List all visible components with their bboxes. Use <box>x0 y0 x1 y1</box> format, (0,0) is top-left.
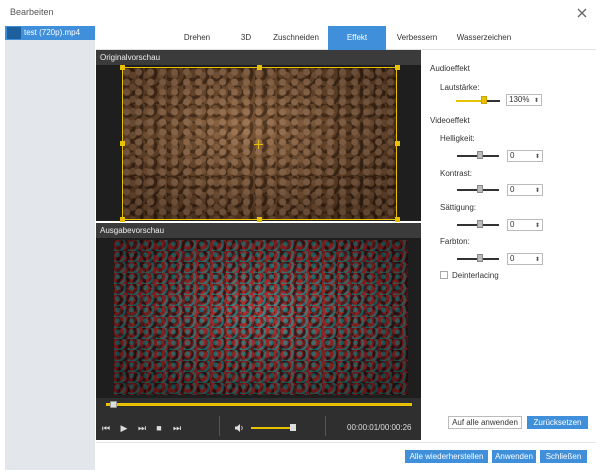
window-title: Bearbeiten <box>10 7 54 17</box>
video-section-title: Videoeffekt <box>430 116 470 125</box>
apply-to-all-button[interactable]: Auf alle anwenden <box>448 416 522 429</box>
file-name: test (720p).mp4 <box>24 28 81 37</box>
crop-handle-top-right[interactable] <box>395 65 400 70</box>
crop-handle-left[interactable] <box>120 141 125 146</box>
close-button[interactable]: Schließen <box>540 450 587 463</box>
original-preview-label: Originalvorschau <box>96 50 421 65</box>
crosshair-icon-vertical <box>258 140 259 149</box>
tab-zuschneiden[interactable]: Zuschneiden <box>264 26 328 50</box>
deinterlacing-checkbox[interactable] <box>440 271 448 279</box>
audio-volume-handle[interactable] <box>481 96 487 104</box>
file-list <box>5 26 95 470</box>
hue-label: Farbton: <box>440 237 470 246</box>
audio-section-title: Audioeffekt <box>430 64 470 73</box>
stop-icon[interactable]: ■ <box>154 423 164 433</box>
restore-all-button[interactable]: Alle wiederherstellen <box>405 450 488 463</box>
next-frame-icon[interactable]: ⏭ <box>137 423 147 433</box>
timecode: 00:00:01/00:00:26 <box>347 423 412 432</box>
tab-3d[interactable]: 3D <box>228 26 264 50</box>
file-thumbnail <box>7 27 21 39</box>
crop-handle-bottom-right[interactable] <box>395 217 400 222</box>
close-icon[interactable] <box>573 4 591 22</box>
crop-handle-bottom[interactable] <box>257 217 262 222</box>
apply-button[interactable]: Anwenden <box>492 450 536 463</box>
crop-handle-top[interactable] <box>257 65 262 70</box>
title-bar <box>0 0 600 26</box>
audio-volume-input[interactable]: 130% ⬍ <box>506 94 542 106</box>
reset-button[interactable]: Zurücksetzen <box>527 416 588 429</box>
volume-label: Lautstärke: <box>440 83 480 92</box>
saturation-input[interactable]: 0 ⬍ <box>507 219 543 231</box>
crop-handle-right[interactable] <box>395 141 400 146</box>
volume-icon[interactable] <box>234 423 244 433</box>
tab-wasserzeichen[interactable]: Wasserzeichen <box>448 26 520 50</box>
brightness-input[interactable]: 0 ⬍ <box>507 150 543 162</box>
player-divider-2 <box>325 416 326 436</box>
previous-icon[interactable]: ⏮ <box>101 423 111 433</box>
tab-drehen[interactable]: Drehen <box>166 26 228 50</box>
crop-handle-top-left[interactable] <box>120 65 125 70</box>
saturation-label: Sättigung: <box>440 203 477 212</box>
crop-handle-bottom-left[interactable] <box>120 217 125 222</box>
contrast-handle[interactable] <box>477 185 483 193</box>
progress-handle[interactable] <box>110 401 117 408</box>
hue-handle[interactable] <box>477 254 483 262</box>
end-icon[interactable]: ⏭ <box>172 423 182 433</box>
output-preview-shading <box>114 240 408 395</box>
contrast-input[interactable]: 0 ⬍ <box>507 184 543 196</box>
play-icon[interactable]: ▶ <box>119 423 129 433</box>
tab-effekt[interactable]: Effekt <box>328 26 386 50</box>
volume-slider-handle[interactable] <box>290 424 296 431</box>
output-preview-label: Ausgabevorschau <box>96 223 421 238</box>
saturation-handle[interactable] <box>477 220 483 228</box>
contrast-label: Kontrast: <box>440 169 473 178</box>
brightness-label: Helligkeit: <box>440 134 475 143</box>
deinterlacing-label: Deinterlacing <box>452 271 499 280</box>
progress-bar[interactable] <box>106 403 412 406</box>
brightness-handle[interactable] <box>477 151 483 159</box>
hue-input[interactable]: 0 ⬍ <box>507 253 543 265</box>
tab-verbessern[interactable]: Verbessern <box>386 26 448 50</box>
player-divider <box>219 416 220 436</box>
volume-slider[interactable] <box>251 427 293 429</box>
audio-volume-fill <box>456 100 484 102</box>
